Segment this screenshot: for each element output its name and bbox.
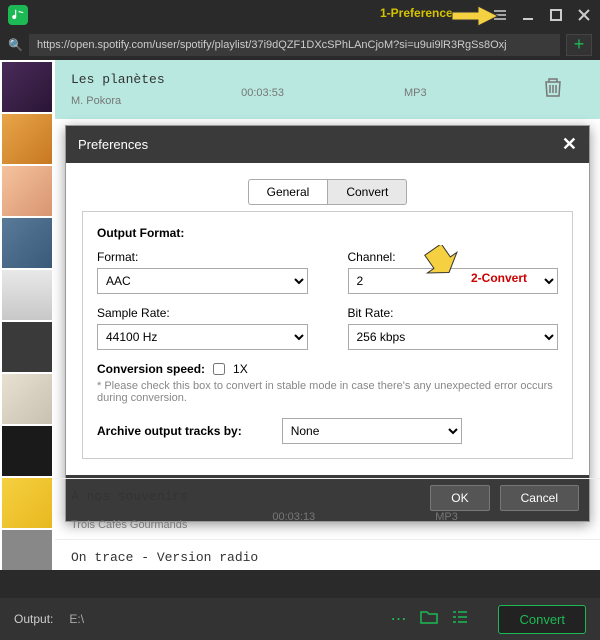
archive-select[interactable]: None xyxy=(282,418,462,444)
track-format: MP3 xyxy=(404,87,427,107)
output-label: Output: xyxy=(14,612,53,626)
main-area: Les planètes M. Pokora 00:03:53 MP3 Pref… xyxy=(0,60,600,570)
arrow-convert-icon xyxy=(421,245,461,277)
url-bar: 🔍 + xyxy=(0,30,600,60)
folder-icon[interactable] xyxy=(420,610,438,629)
content-area: Les planètes M. Pokora 00:03:53 MP3 Pref… xyxy=(55,60,600,570)
app-logo xyxy=(8,5,28,25)
speed-label: Conversion speed: xyxy=(97,362,205,376)
track-artist: Trois Cafés Gourmands xyxy=(71,519,187,531)
delete-icon[interactable] xyxy=(542,76,564,103)
thumbnail[interactable] xyxy=(2,62,52,112)
modal-close-button[interactable]: ✕ xyxy=(562,134,577,155)
track-title: À nos souvenirs xyxy=(71,489,188,504)
output-path: E:\ xyxy=(69,612,84,626)
track-duration: 00:03:13 xyxy=(272,511,315,531)
track-artist: M. Pokora xyxy=(71,95,121,107)
bottom-bar: Output: E:\ ⋯ Convert xyxy=(0,598,600,640)
track-title: Les planètes xyxy=(71,72,427,87)
sample-rate-label: Sample Rate: xyxy=(97,306,308,320)
sample-rate-select[interactable]: 44100 Hz xyxy=(97,324,308,350)
thumbnail[interactable] xyxy=(2,114,52,164)
track-format: MP3 xyxy=(435,511,458,531)
bit-rate-select[interactable]: 256 kbps xyxy=(348,324,559,350)
track-row[interactable]: À nos souvenirs Trois Cafés Gourmands 00… xyxy=(55,478,600,539)
convert-button[interactable]: Convert xyxy=(498,605,586,634)
thumbnail[interactable] xyxy=(2,166,52,216)
track-row[interactable]: On trace - Version radio xyxy=(55,539,600,574)
close-button[interactable] xyxy=(576,7,592,23)
thumbnail[interactable] xyxy=(2,374,52,424)
format-label: Format: xyxy=(97,250,308,264)
speed-hint: * Please check this box to convert in st… xyxy=(97,380,558,404)
thumbnail[interactable] xyxy=(2,530,52,570)
thumbnail[interactable] xyxy=(2,322,52,372)
annotation-convert: 2-Convert xyxy=(471,271,527,285)
minimize-button[interactable] xyxy=(520,7,536,23)
speed-1x-checkbox[interactable] xyxy=(213,363,225,375)
maximize-button[interactable] xyxy=(548,7,564,23)
search-icon: 🔍 xyxy=(8,38,23,52)
add-button[interactable]: + xyxy=(566,34,592,56)
highlighted-track[interactable]: Les planètes M. Pokora 00:03:53 MP3 xyxy=(55,60,600,119)
track-title: On trace - Version radio xyxy=(71,550,258,565)
thumbnail[interactable] xyxy=(2,270,52,320)
archive-label: Archive output tracks by: xyxy=(97,424,242,438)
format-select[interactable]: AAC xyxy=(97,268,308,294)
url-input[interactable] xyxy=(29,34,560,56)
annotation-preference: 1-Preference xyxy=(380,6,453,20)
thumbnail-column xyxy=(0,60,55,570)
titlebar: 1-Preference xyxy=(0,0,600,30)
track-duration: 00:03:53 xyxy=(241,87,284,107)
tab-convert[interactable]: Convert xyxy=(327,179,407,205)
modal-header: Preferences ✕ xyxy=(66,126,589,163)
thumbnail[interactable] xyxy=(2,218,52,268)
tab-general[interactable]: General xyxy=(248,179,328,205)
preferences-modal: Preferences ✕ General Convert 2-Convert … xyxy=(65,125,590,525)
more-icon[interactable]: ⋯ xyxy=(390,609,406,629)
arrow-preference-icon xyxy=(450,4,500,28)
bit-rate-label: Bit Rate: xyxy=(348,306,559,320)
modal-title: Preferences xyxy=(78,137,148,152)
thumbnail[interactable] xyxy=(2,426,52,476)
output-format-label: Output Format: xyxy=(97,226,558,240)
list-icon[interactable] xyxy=(452,610,468,629)
speed-1x-label: 1X xyxy=(233,362,248,376)
thumbnail[interactable] xyxy=(2,478,52,528)
